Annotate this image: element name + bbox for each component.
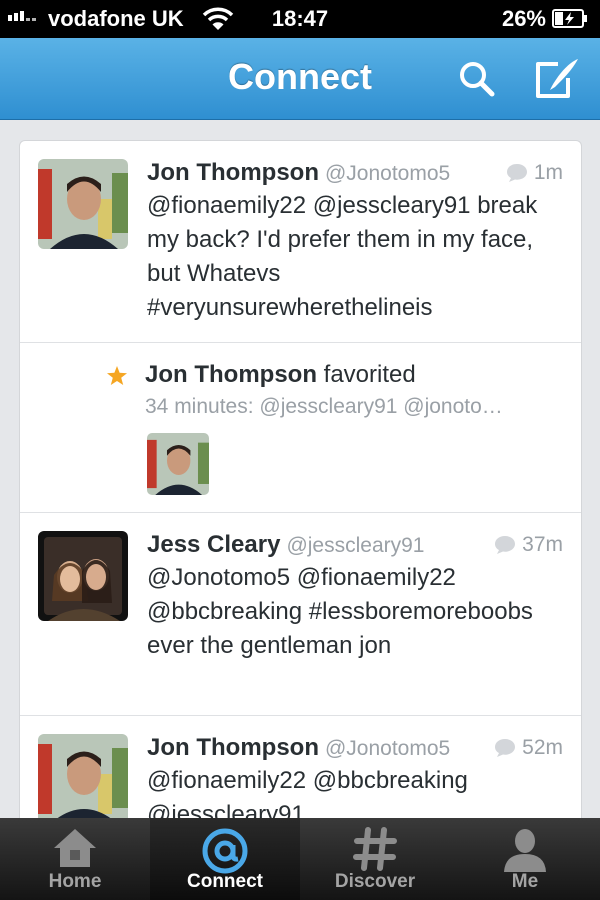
author-name[interactable]: Jon Thompson	[147, 159, 319, 186]
tweet-item[interactable]: Jess Cleary @jesscleary91 37m @Jonotomo5 …	[20, 513, 581, 716]
reply-bubble-icon	[506, 164, 527, 182]
tweet-text: @fionaemily22 @bbcbreaking @jesscleary91	[147, 767, 468, 820]
favorite-activity-item[interactable]: Jon Thompson favorited 34 minutes: @jess…	[20, 343, 581, 513]
tab-me[interactable]: Me	[450, 818, 600, 900]
tab-bar: Home Connect Discover Me	[0, 818, 600, 900]
tab-discover[interactable]: Discover	[300, 818, 450, 900]
avatar[interactable]	[38, 159, 128, 249]
author-handle: @Jonotomo5	[324, 737, 451, 760]
favorite-detail: 34 minutes: @jesscleary91 @jonoto…	[145, 395, 503, 418]
author-name[interactable]: Jon Thompson	[147, 734, 319, 761]
tweet-time: 37m	[522, 533, 563, 556]
tab-me-label: Me	[511, 871, 539, 892]
avatar[interactable]	[147, 433, 209, 495]
reply-bubble-icon	[495, 536, 516, 554]
home-icon	[54, 829, 96, 867]
tab-home-label: Home	[48, 871, 102, 892]
connect-feed[interactable]: Jon Thompson @Jonotomo5 1m @fionaemily22 …	[19, 140, 582, 820]
author-handle: @jesscleary91	[286, 534, 425, 557]
author-name[interactable]: Jess Cleary	[147, 531, 280, 558]
tweet-time: 52m	[522, 736, 563, 759]
compose-icon[interactable]	[532, 56, 582, 102]
star-icon	[107, 366, 127, 385]
reply-bubble-icon	[495, 739, 516, 757]
hash-icon	[353, 827, 397, 871]
avatar[interactable]	[38, 734, 128, 819]
status-bar: vodafone UK 18:47 26%	[0, 0, 600, 38]
tab-home[interactable]: Home	[0, 818, 150, 900]
person-icon	[504, 829, 546, 872]
favoriter-name[interactable]: Jon Thompson	[145, 361, 317, 388]
tweet-time: 1m	[533, 161, 563, 184]
tab-connect-label: Connect	[187, 871, 263, 892]
favorite-action: favorited	[323, 361, 416, 388]
tab-discover-label: Discover	[334, 871, 416, 892]
battery-percent: 26%	[501, 6, 546, 31]
tab-connect[interactable]: Connect	[150, 818, 300, 900]
battery-icon	[552, 9, 587, 28]
tweet-item[interactable]: Jon Thompson @Jonotomo5 1m @fionaemily22 …	[20, 141, 581, 343]
author-handle: @Jonotomo5	[324, 162, 451, 185]
at-icon	[202, 828, 248, 874]
tweet-item[interactable]: Jon Thompson @Jonotomo5 52m @fionaemily22…	[20, 716, 581, 820]
search-icon[interactable]	[456, 58, 498, 100]
tweet-text: @Jonotomo5 @fionaemily22 @bbcbreaking #l…	[147, 564, 533, 659]
avatar[interactable]	[38, 531, 128, 621]
page-title: Connect	[228, 56, 372, 97]
tweet-text: @fionaemily22 @jesscleary91 break my bac…	[147, 192, 538, 321]
nav-bar: Connect	[0, 38, 600, 120]
